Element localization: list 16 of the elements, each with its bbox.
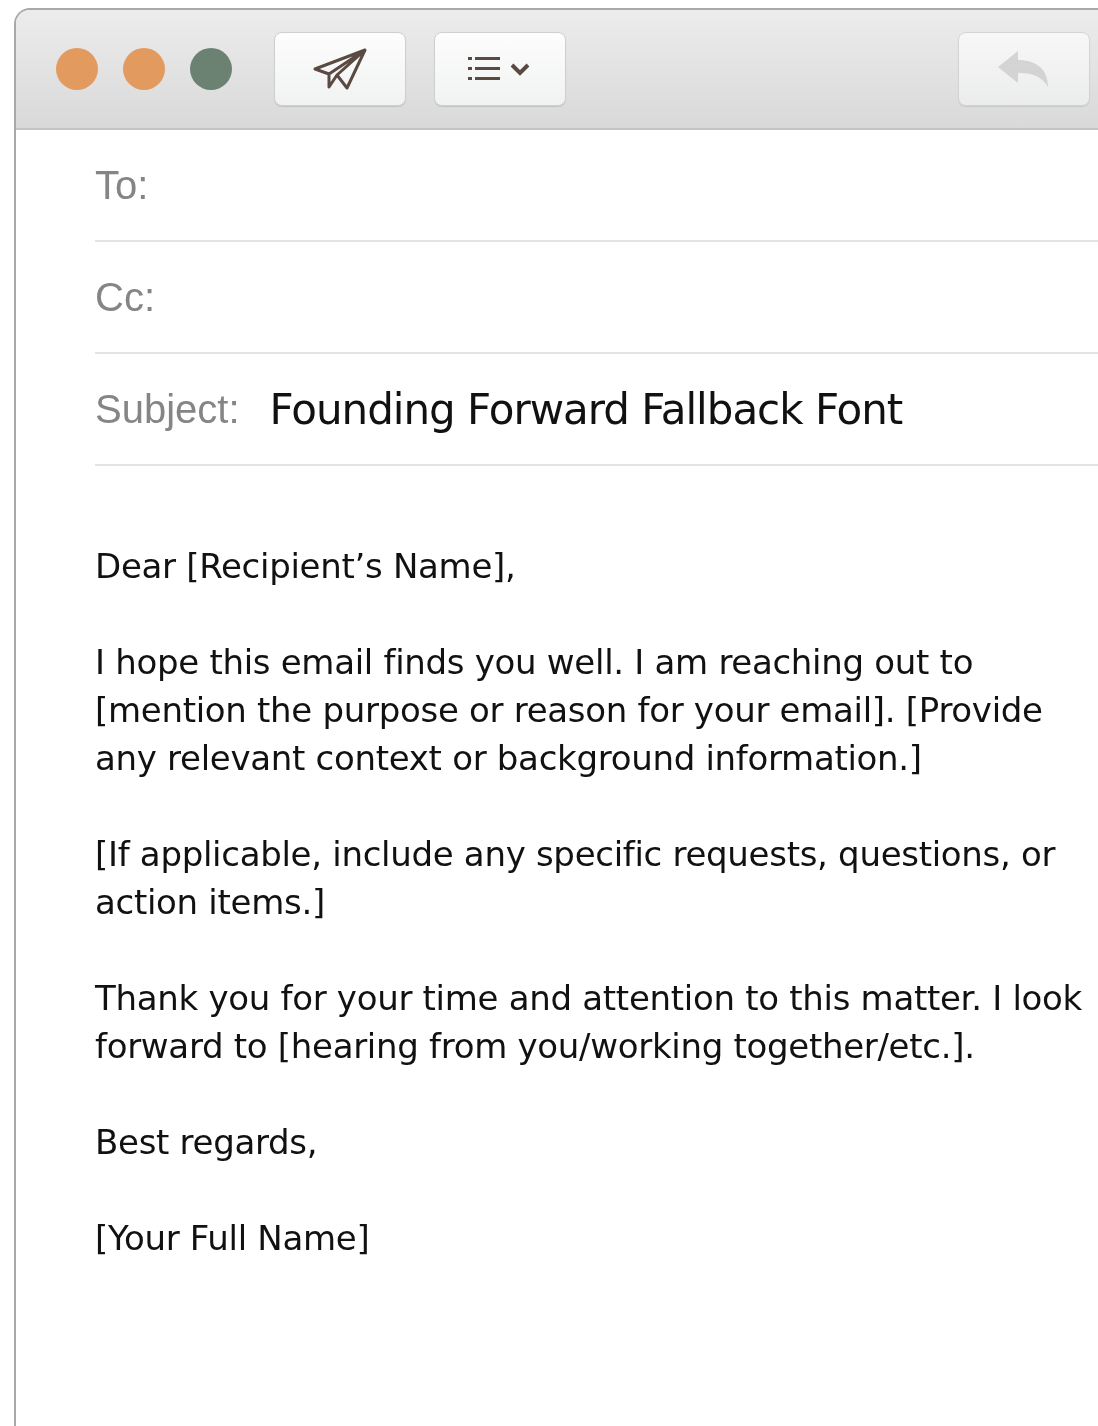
body-paragraph: Best regards, bbox=[95, 1121, 319, 1164]
subject-field[interactable]: Founding Forward Fallback Font bbox=[269, 384, 903, 434]
body-paragraph: [Your Full Name] bbox=[95, 1217, 371, 1260]
field-label: Cc: bbox=[95, 274, 155, 320]
window-button[interactable] bbox=[123, 48, 165, 90]
body-paragraph: Thank you for your time and attention to this matter. I look forward to [hearing from you/working together/etc.]. bbox=[95, 977, 1083, 1068]
window-button[interactable] bbox=[190, 48, 232, 90]
field-label: To: bbox=[95, 162, 149, 208]
format-button[interactable] bbox=[434, 32, 566, 106]
send-button[interactable] bbox=[274, 32, 406, 106]
body-paragraph: I hope this email finds you well. I am reaching out to [mention the purpose or reason for your email]. [Provide any relevant context or background information.] bbox=[95, 641, 1044, 780]
body-paragraph: Dear [Recipient’s Name], bbox=[95, 545, 517, 588]
window-button[interactable] bbox=[56, 48, 98, 90]
paper-plane-icon bbox=[311, 47, 369, 91]
field-label: Subject: bbox=[95, 386, 240, 432]
body-paragraph: [If applicable, include any specific requests, questions, or action items.] bbox=[95, 833, 1057, 924]
